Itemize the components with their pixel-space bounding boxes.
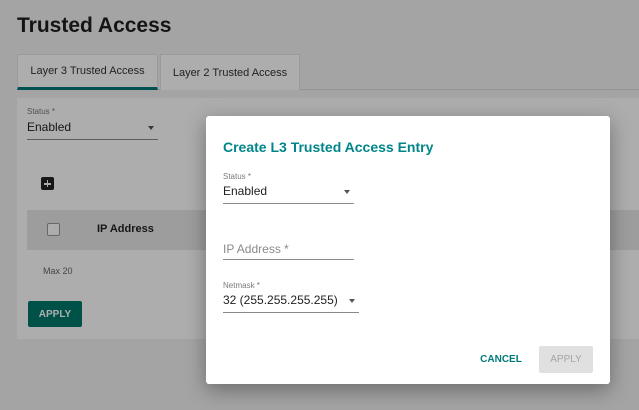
caret-down-icon <box>344 190 350 194</box>
create-entry-dialog: Create L3 Trusted Access Entry Status * … <box>206 116 610 384</box>
dialog-status-select[interactable]: Enabled <box>223 184 354 204</box>
netmask-label: Netmask * <box>223 281 260 290</box>
dialog-status-label: Status * <box>223 172 252 181</box>
dialog-status-value: Enabled <box>223 184 268 198</box>
netmask-value: 32 (255.255.255.255) <box>223 293 338 307</box>
ip-address-input[interactable] <box>223 238 354 260</box>
netmask-select[interactable]: 32 (255.255.255.255) <box>223 293 359 313</box>
dialog-title: Create L3 Trusted Access Entry <box>223 139 434 155</box>
dialog-apply-button[interactable]: APPLY <box>539 346 593 373</box>
caret-down-icon <box>349 299 355 303</box>
cancel-button[interactable]: CANCEL <box>476 348 526 370</box>
